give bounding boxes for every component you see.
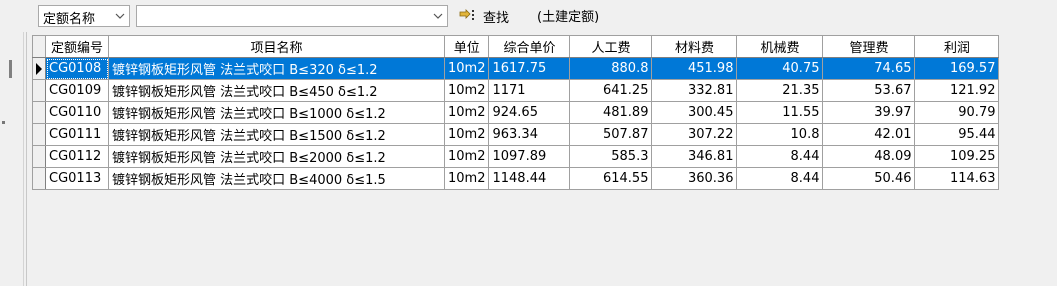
cell-material[interactable]: 346.81 (651, 145, 738, 168)
chevron-down-icon[interactable] (111, 6, 129, 26)
cell-price[interactable]: 1171 (488, 79, 571, 102)
table-row[interactable]: CG0110 镀锌钢板矩形风管 法兰式咬口 B≤1000 δ≤1.2 10m2 … (32, 101, 1000, 124)
cell-management[interactable]: 42.01 (822, 123, 916, 146)
cell-management[interactable]: 53.67 (822, 79, 916, 102)
cell-profit[interactable]: 95.44 (914, 123, 1000, 146)
row-indicator (32, 101, 46, 124)
cell-code[interactable]: CG0108 (45, 57, 109, 80)
cell-name[interactable]: 镀锌钢板矩形风管 法兰式咬口 B≤320 δ≤1.2 (108, 57, 445, 80)
cell-management[interactable]: 48.09 (822, 145, 916, 168)
table-row[interactable]: CG0112 镀锌钢板矩形风管 法兰式咬口 B≤2000 δ≤1.2 10m2 … (32, 145, 1000, 168)
cell-code[interactable]: CG0112 (45, 145, 109, 168)
field-select-value: 定额名称 (43, 12, 96, 27)
cell-price[interactable]: 924.65 (488, 101, 571, 124)
cell-unit[interactable]: 10m2 (443, 101, 490, 124)
column-header-labor[interactable]: 人工费 (569, 35, 653, 58)
cell-name[interactable]: 镀锌钢板矩形风管 法兰式咬口 B≤1500 δ≤1.2 (108, 123, 445, 146)
toolbar: 定额名称 查找 (土建定额) (0, 0, 1057, 32)
column-header-name[interactable]: 项目名称 (108, 35, 445, 58)
row-indicator (32, 57, 46, 80)
cell-material[interactable]: 360.36 (651, 167, 738, 190)
quota-table: 定额编号 项目名称 单位 综合单价 人工费 材料费 机械费 管理费 利润 CG0… (32, 35, 1000, 190)
cell-name[interactable]: 镀锌钢板矩形风管 法兰式咬口 B≤4000 δ≤1.5 (108, 167, 445, 190)
cell-machine[interactable]: 10.8 (736, 123, 824, 146)
chevron-down-icon[interactable] (429, 6, 447, 26)
cell-machine[interactable]: 8.44 (736, 167, 824, 190)
cell-machine[interactable]: 40.75 (736, 57, 824, 80)
cell-machine[interactable]: 11.55 (736, 101, 824, 124)
find-button[interactable]: 查找 (458, 6, 509, 26)
table-row[interactable]: CG0111 镀锌钢板矩形风管 法兰式咬口 B≤1500 δ≤1.2 10m2 … (32, 123, 1000, 146)
cell-labor[interactable]: 481.89 (569, 101, 653, 124)
column-header-material[interactable]: 材料费 (651, 35, 738, 58)
row-indicator-header (32, 35, 46, 58)
table-row[interactable]: CG0108 镀锌钢板矩形风管 法兰式咬口 B≤320 δ≤1.2 10m2 1… (32, 57, 1000, 80)
cell-material[interactable]: 307.22 (651, 123, 738, 146)
cell-price[interactable]: 1148.44 (488, 167, 571, 190)
find-button-label: 查找 (483, 10, 510, 26)
cell-management[interactable]: 74.65 (822, 57, 916, 80)
cell-price[interactable]: 963.34 (488, 123, 571, 146)
table-row[interactable]: CG0113 镀锌钢板矩形风管 法兰式咬口 B≤4000 δ≤1.5 10m2 … (32, 167, 1000, 190)
column-header-code[interactable]: 定额编号 (45, 35, 109, 58)
cell-labor[interactable]: 641.25 (569, 79, 653, 102)
search-input[interactable] (136, 5, 448, 27)
column-header-price[interactable]: 综合单价 (488, 35, 571, 58)
cell-labor[interactable]: 614.55 (569, 167, 653, 190)
cell-name[interactable]: 镀锌钢板矩形风管 法兰式咬口 B≤1000 δ≤1.2 (108, 101, 445, 124)
row-indicator (32, 167, 46, 190)
column-header-management[interactable]: 管理费 (822, 35, 916, 58)
cell-machine[interactable]: 21.35 (736, 79, 824, 102)
find-icon (458, 8, 480, 24)
column-header-profit[interactable]: 利润 (914, 35, 1000, 58)
left-panel (0, 32, 24, 286)
column-header-machine[interactable]: 机械费 (736, 35, 824, 58)
cell-code[interactable]: CG0111 (45, 123, 109, 146)
current-row-arrow-icon (36, 62, 42, 75)
splitter-handle[interactable] (9, 60, 12, 78)
field-select[interactable]: 定额名称 (38, 5, 130, 27)
cell-material[interactable]: 451.98 (651, 57, 738, 80)
cell-unit[interactable]: 10m2 (443, 79, 490, 102)
quota-grid-area: 定额编号 项目名称 单位 综合单价 人工费 材料费 机械费 管理费 利润 CG0… (26, 32, 1057, 286)
cell-profit[interactable]: 121.92 (914, 79, 1000, 102)
column-header-unit[interactable]: 单位 (443, 35, 490, 58)
panel-marker (2, 121, 5, 124)
cell-management[interactable]: 39.97 (822, 101, 916, 124)
cell-profit[interactable]: 109.25 (914, 145, 1000, 168)
quota-type-label: (土建定额) (537, 10, 600, 25)
cell-profit[interactable]: 114.63 (914, 167, 1000, 190)
cell-management[interactable]: 50.46 (822, 167, 916, 190)
cell-name[interactable]: 镀锌钢板矩形风管 法兰式咬口 B≤2000 δ≤1.2 (108, 145, 445, 168)
cell-labor[interactable]: 507.87 (569, 123, 653, 146)
cell-name[interactable]: 镀锌钢板矩形风管 法兰式咬口 B≤450 δ≤1.2 (108, 79, 445, 102)
cell-labor[interactable]: 880.8 (569, 57, 653, 80)
cell-labor[interactable]: 585.3 (569, 145, 653, 168)
row-indicator (32, 123, 46, 146)
table-header: 定额编号 项目名称 单位 综合单价 人工费 材料费 机械费 管理费 利润 (32, 35, 1000, 58)
cell-unit[interactable]: 10m2 (443, 123, 490, 146)
table-row[interactable]: CG0109 镀锌钢板矩形风管 法兰式咬口 B≤450 δ≤1.2 10m2 1… (32, 79, 1000, 102)
cell-code[interactable]: CG0113 (45, 167, 109, 190)
cell-price[interactable]: 1097.89 (488, 145, 571, 168)
row-indicator (32, 145, 46, 168)
cell-profit[interactable]: 90.79 (914, 101, 1000, 124)
cell-code[interactable]: CG0110 (45, 101, 109, 124)
cell-unit[interactable]: 10m2 (443, 57, 490, 80)
cell-machine[interactable]: 8.44 (736, 145, 824, 168)
cell-unit[interactable]: 10m2 (443, 145, 490, 168)
cell-material[interactable]: 332.81 (651, 79, 738, 102)
cell-code[interactable]: CG0109 (45, 79, 109, 102)
cell-price[interactable]: 1617.75 (488, 57, 571, 80)
cell-unit[interactable]: 10m2 (443, 167, 490, 190)
cell-material[interactable]: 300.45 (651, 101, 738, 124)
row-indicator (32, 79, 46, 102)
cell-profit[interactable]: 169.57 (914, 57, 1000, 80)
